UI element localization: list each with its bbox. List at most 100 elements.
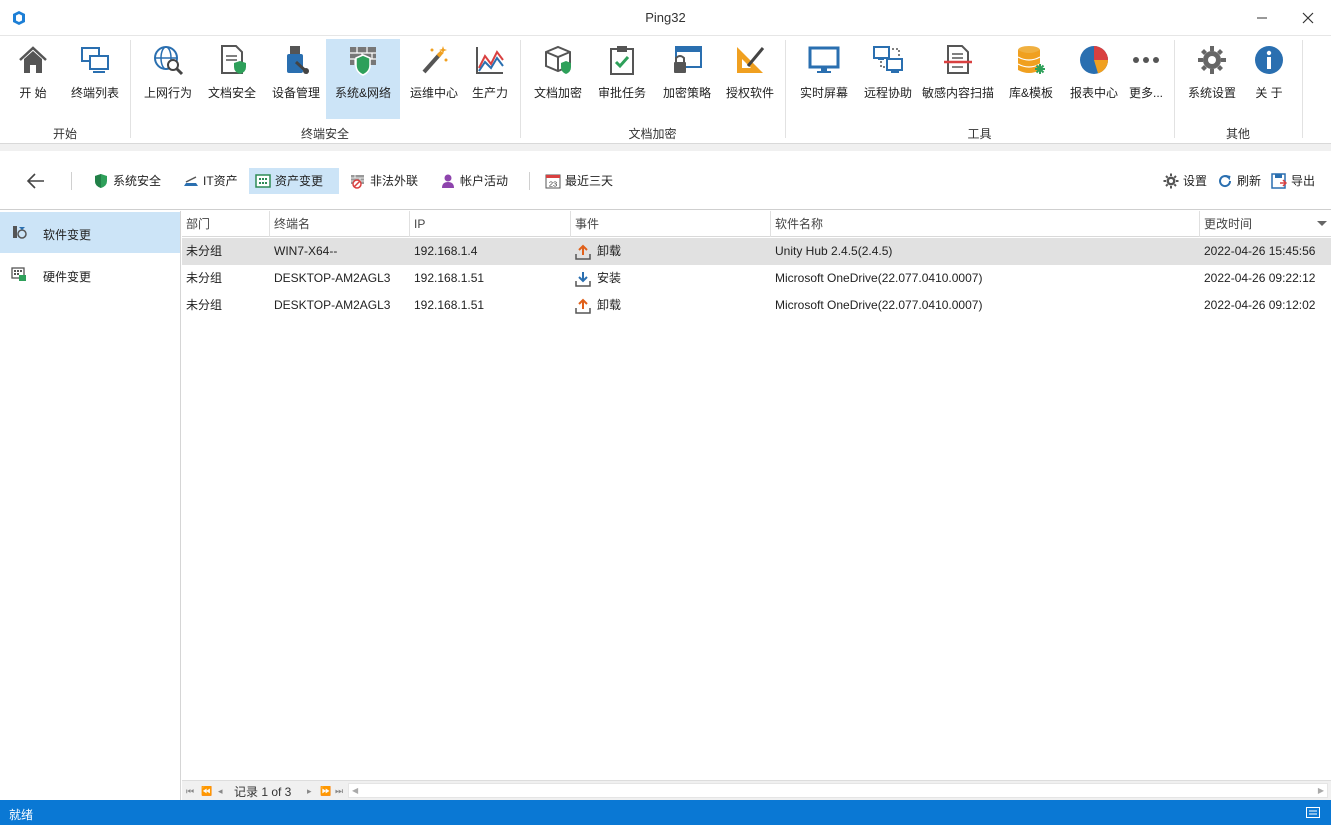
table-row[interactable]: 未分组 DESKTOP-AM2AGL3 192.168.1.51 安装 Microsof…: [182, 265, 1331, 292]
pager-bar: ⏮ ⏪ ◂ 记录 1 of 3 ▸ ⏩ ⏭ ◀ ▶: [182, 780, 1331, 800]
ribbon-remote-assist-button[interactable]: 远程协助: [857, 39, 919, 119]
software-change-icon: [13, 226, 27, 239]
nav-item-software-change[interactable]: 软件变更: [0, 212, 180, 253]
asset-change-icon: [255, 174, 271, 188]
cell-terminal: WIN7-X64--: [274, 244, 338, 258]
ribbon-approval-task-button[interactable]: 审批任务: [592, 39, 652, 119]
first-page-icon[interactable]: ⏮: [186, 786, 194, 796]
sort-descending-icon: [1317, 221, 1327, 226]
cell-time: 2022-04-26 15:45:56: [1204, 244, 1316, 258]
ribbon-terminal-list-button[interactable]: 终端列表: [66, 39, 124, 119]
ribbon-encryption-policy-button[interactable]: 加密策略: [656, 39, 718, 119]
ribbon-document-security-button[interactable]: 文档安全: [202, 39, 262, 119]
toolbar-system-security[interactable]: 系统安全: [87, 168, 167, 194]
cell-dept: 未分组: [186, 298, 223, 312]
scroll-right-icon[interactable]: ▶: [1318, 786, 1324, 795]
firewall-icon: [350, 47, 376, 76]
toolbar-asset-change[interactable]: 资产变更: [249, 168, 339, 194]
hardware-change-icon: [11, 267, 26, 281]
column-header-ip[interactable]: IP: [410, 211, 571, 237]
ribbon-web-behavior-button[interactable]: 上网行为: [138, 39, 198, 119]
ribbon-more-button[interactable]: 更多...: [1124, 39, 1168, 119]
column-header-department[interactable]: 部门: [182, 211, 270, 237]
column-header-change-time[interactable]: 更改时间: [1200, 211, 1331, 237]
cell-terminal: DESKTOP-AM2AGL3: [274, 271, 391, 285]
last-page-icon[interactable]: ⏭: [335, 786, 343, 796]
table-row[interactable]: 未分组 WIN7-X64-- 192.168.1.4 卸载 Unity Hub 2.4.…: [182, 238, 1331, 265]
toolbar-recent-three-days[interactable]: 23 最近三天: [539, 168, 619, 194]
gear-icon: [1163, 173, 1179, 189]
more-dots-icon: [1133, 57, 1159, 63]
ribbon-separator: [520, 40, 521, 138]
cell-software: Unity Hub 2.4.5(2.4.5): [775, 244, 893, 258]
magic-wand-icon: [422, 46, 448, 74]
nav-item-hardware-change[interactable]: 硬件变更: [0, 254, 180, 295]
lock-window-icon: [674, 46, 702, 73]
ribbon-doc-encryption-button[interactable]: 文档加密: [528, 39, 588, 119]
ribbon-start-button[interactable]: 开 始: [5, 39, 61, 119]
ribbon-sensitive-scan-button[interactable]: 敏感内容扫描: [920, 39, 996, 119]
terminal-list-icon: [81, 47, 109, 73]
cell-software: Microsoft OneDrive(22.077.0410.0007): [775, 298, 983, 312]
ribbon-group-endpoint-security: 终端安全: [300, 127, 349, 141]
ribbon-ops-center-button[interactable]: 运维中心: [404, 39, 464, 119]
cell-event: 安装: [571, 265, 621, 292]
toolbar-settings[interactable]: 设置: [1157, 168, 1213, 194]
toolbar-export[interactable]: 导出: [1265, 168, 1321, 194]
productivity-chart-icon: [476, 47, 504, 74]
cell-time: 2022-04-26 09:22:12: [1204, 271, 1316, 285]
account-activity-icon: [442, 174, 454, 188]
column-header-software[interactable]: 软件名称: [771, 211, 1200, 237]
export-icon: [1271, 173, 1287, 189]
event-label: 安装: [597, 271, 622, 285]
horizontal-scrollbar[interactable]: ◀ ▶: [348, 783, 1328, 798]
toolbar-it-asset[interactable]: IT资产: [177, 168, 244, 194]
ribbon-system-network-button[interactable]: 系统&网络: [326, 39, 400, 119]
column-header-event[interactable]: 事件: [571, 211, 771, 237]
ribbon-library-template-button[interactable]: 库&模板: [1000, 39, 1062, 119]
ribbon-separator: [1302, 40, 1303, 138]
monitor-icon: [808, 46, 840, 73]
ribbon-system-settings-button[interactable]: 系统设置: [1182, 39, 1242, 119]
toolbar-separator: [71, 172, 72, 190]
close-button[interactable]: [1285, 0, 1331, 36]
status-text: 就绪: [9, 808, 34, 822]
event-label: 卸载: [597, 298, 622, 312]
cell-ip: 192.168.1.4: [414, 244, 478, 258]
ribbon-group-doc-encryption: 文档加密: [628, 127, 677, 141]
record-counter: 记录 1 of 3: [234, 785, 292, 799]
ribbon-device-management-button[interactable]: 设备管理: [266, 39, 326, 119]
uninstall-icon: [575, 298, 591, 314]
ribbon-separator: [785, 40, 786, 138]
scroll-left-icon[interactable]: ◀: [352, 786, 358, 795]
table-row[interactable]: 未分组 DESKTOP-AM2AGL3 192.168.1.51 卸载 Microsof…: [182, 292, 1331, 319]
title-bar: Ping32: [0, 0, 1331, 36]
ribbon-productivity-button[interactable]: 生产力: [464, 39, 516, 119]
grid-header: 部门 终端名 IP 事件 软件名称 更改时间: [182, 211, 1331, 237]
prev-page-group-icon[interactable]: ⏪: [201, 786, 212, 796]
column-header-terminal[interactable]: 终端名: [270, 211, 410, 237]
ribbon-group-start: 开始: [52, 127, 77, 141]
data-grid: 部门 终端名 IP 事件 软件名称 更改时间 未分组 WIN7-X64-- 192.…: [182, 211, 1331, 780]
ribbon-about-button[interactable]: 关 于: [1242, 39, 1296, 119]
clipboard-check-icon: [610, 46, 634, 75]
ribbon-group-other: 其他: [1225, 127, 1250, 141]
install-icon: [575, 272, 591, 287]
cell-terminal: DESKTOP-AM2AGL3: [274, 298, 391, 312]
toolbar-account-activity[interactable]: 帐户活动: [434, 168, 514, 194]
cell-dept: 未分组: [186, 244, 223, 258]
cell-software: Microsoft OneDrive(22.077.0410.0007): [775, 271, 983, 285]
back-arrow-icon: [26, 173, 44, 189]
next-page-group-icon[interactable]: ⏩: [320, 786, 331, 796]
toolbar-refresh[interactable]: 刷新: [1211, 168, 1267, 194]
ribbon-authorized-software-button[interactable]: 授权软件: [720, 39, 780, 119]
ribbon-realtime-screen-button[interactable]: 实时屏幕: [793, 39, 855, 119]
close-icon: [1302, 12, 1314, 24]
gear-icon: [1198, 46, 1226, 74]
prev-page-icon[interactable]: ◂: [218, 786, 223, 796]
window-title: Ping32: [645, 10, 686, 25]
toolbar-illegal-connection[interactable]: 非法外联: [344, 168, 424, 194]
next-page-icon[interactable]: ▸: [307, 786, 312, 796]
back-button[interactable]: [25, 171, 47, 191]
ribbon-report-center-button[interactable]: 报表中心: [1064, 39, 1124, 119]
